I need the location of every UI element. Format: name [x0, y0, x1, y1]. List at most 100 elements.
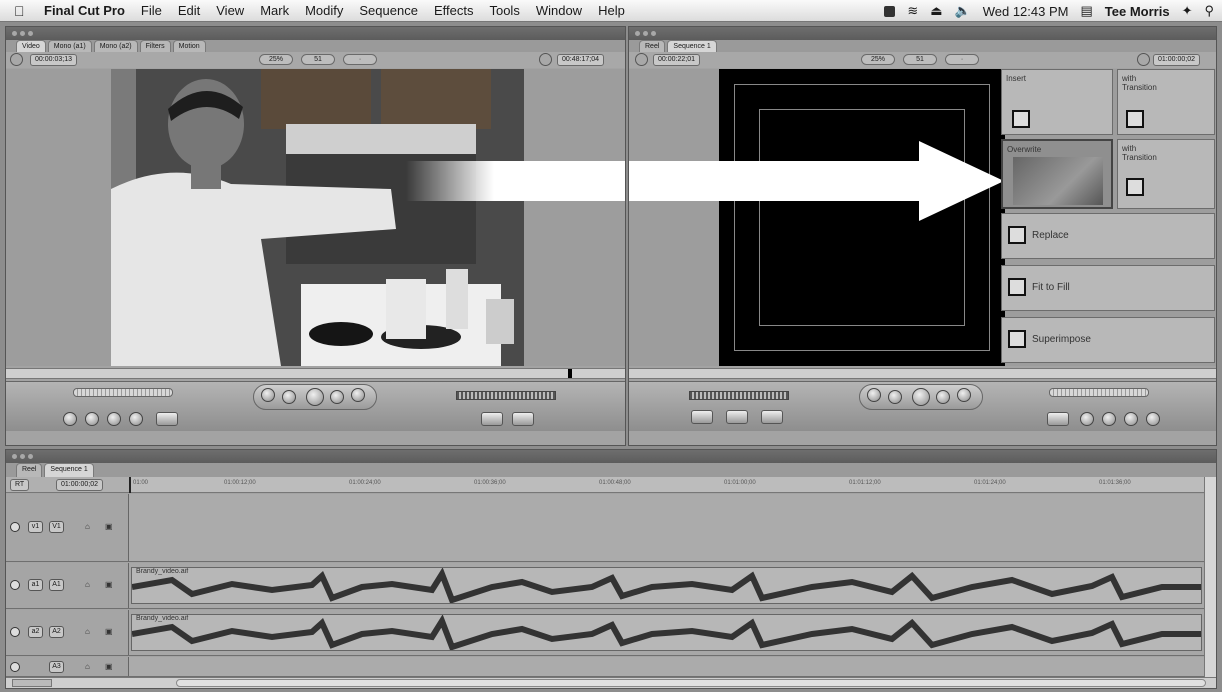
- track-audible-toggle[interactable]: [10, 580, 20, 590]
- canvas-shuttle-slider[interactable]: [1049, 388, 1149, 397]
- status-menu-icon[interactable]: [884, 5, 896, 17]
- auto-select-icon[interactable]: ▣: [105, 580, 113, 589]
- viewer-titlebar[interactable]: [6, 27, 625, 40]
- tab-mono-a2[interactable]: Mono (a2): [93, 40, 138, 52]
- auto-select-icon[interactable]: ▣: [105, 662, 113, 671]
- eject-icon[interactable]: ⏏: [930, 3, 942, 19]
- tab-sequence-1[interactable]: Sequence 1: [667, 40, 717, 52]
- viewer-play-button[interactable]: [306, 388, 324, 406]
- source-patch-a2[interactable]: a2: [28, 626, 43, 638]
- destination-patch-a1[interactable]: A1: [49, 579, 64, 591]
- viewer-jog-control[interactable]: [456, 391, 556, 400]
- track-visibility-toggle[interactable]: [10, 522, 20, 532]
- tab-video[interactable]: Video: [16, 40, 46, 52]
- tab-motion[interactable]: Motion: [172, 40, 206, 52]
- user-menu-icon[interactable]: ▤: [1080, 3, 1092, 19]
- track-a3[interactable]: A3 ⌂ ▣: [6, 657, 1204, 677]
- track-a1[interactable]: a1 A1 ⌂ ▣ Brandy_video.aif: [6, 563, 1204, 609]
- menu-file[interactable]: File: [133, 3, 170, 18]
- canvas-scrubber[interactable]: [629, 368, 1216, 379]
- canvas-play-reverse-button[interactable]: [888, 390, 902, 404]
- track-audible-toggle[interactable]: [10, 627, 20, 637]
- viewer-current-field[interactable]: 00:48:17;04: [557, 54, 604, 66]
- apple-menu-icon[interactable]: : [14, 3, 36, 19]
- canvas-jog-control[interactable]: [689, 391, 789, 400]
- overlay-insert[interactable]: Insert: [1001, 69, 1113, 135]
- viewer-overlay-popup[interactable]: ·: [343, 54, 377, 65]
- timeline-current-field[interactable]: 01:00:00;02: [56, 479, 103, 491]
- menu-mark[interactable]: Mark: [252, 3, 297, 18]
- viewer-view-popup[interactable]: 51: [301, 54, 335, 65]
- viewer-zoom-popup[interactable]: 25%: [259, 54, 293, 65]
- menu-sequence[interactable]: Sequence: [351, 3, 426, 18]
- source-patch-v1[interactable]: v1: [28, 521, 43, 533]
- canvas-overlay-popup[interactable]: ·: [945, 54, 979, 65]
- canvas-play-in-out-button[interactable]: [936, 390, 950, 404]
- canvas-video[interactable]: Insert with Transition Overwrite with Tr…: [629, 69, 1216, 366]
- track-height-controls[interactable]: [12, 679, 52, 687]
- tab-reel[interactable]: Reel: [639, 40, 666, 52]
- viewer-mark-out-button[interactable]: [129, 412, 143, 426]
- viewer-video[interactable]: [6, 69, 625, 366]
- canvas-current-field[interactable]: 01:00:00;02: [1153, 54, 1200, 66]
- viewer-play-reverse-button[interactable]: [282, 390, 296, 404]
- canvas-titlebar[interactable]: [629, 27, 1216, 40]
- lock-icon[interactable]: ⌂: [85, 627, 90, 636]
- menu-edit[interactable]: Edit: [170, 3, 208, 18]
- viewer-shuttle-slider[interactable]: [73, 388, 173, 397]
- tab-filters[interactable]: Filters: [139, 40, 171, 52]
- menubar-clock[interactable]: Wed 12:43 PM: [983, 4, 1069, 19]
- replace-clip-button[interactable]: [761, 410, 783, 424]
- overlay-overwrite[interactable]: Overwrite: [1001, 139, 1113, 209]
- overlay-fit-to-fill[interactable]: Fit to Fill: [1001, 265, 1215, 311]
- viewer-match-frame-button[interactable]: [63, 412, 77, 426]
- overlay-superimpose[interactable]: Superimpose: [1001, 317, 1215, 363]
- canvas-marker-button[interactable]: [1047, 412, 1069, 426]
- auto-select-icon[interactable]: ▣: [105, 522, 113, 531]
- timeline-titlebar[interactable]: [6, 450, 1216, 463]
- auto-select-icon[interactable]: ▣: [105, 627, 113, 636]
- viewer-duration-field[interactable]: 00:00:03;13: [30, 54, 77, 66]
- spotlight-icon[interactable]: ⚲: [1204, 3, 1214, 19]
- canvas-go-to-end-button[interactable]: [957, 388, 971, 402]
- window-controls[interactable]: [12, 31, 33, 36]
- canvas-play-button[interactable]: [912, 388, 930, 406]
- canvas-mark-clip-button[interactable]: [1124, 412, 1138, 426]
- viewer-show-match-button[interactable]: [481, 412, 503, 426]
- user-name[interactable]: Tee Morris: [1105, 4, 1170, 19]
- insert-clip-button[interactable]: [691, 410, 713, 424]
- track-a2[interactable]: a2 A2 ⌂ ▣ Brandy_video.aif: [6, 610, 1204, 656]
- menu-help[interactable]: Help: [590, 3, 633, 18]
- track-v1[interactable]: v1 V1 ⌂ ▣: [6, 494, 1204, 562]
- playhead-marker[interactable]: [568, 369, 572, 378]
- network-icon[interactable]: ✦: [1182, 3, 1193, 19]
- canvas-match-frame-button[interactable]: [1146, 412, 1160, 426]
- lock-icon[interactable]: ⌂: [85, 662, 90, 671]
- menu-app[interactable]: Final Cut Pro: [36, 3, 133, 18]
- window-controls[interactable]: [635, 31, 656, 36]
- viewer-play-in-out-button[interactable]: [330, 390, 344, 404]
- viewer-scrubber[interactable]: [6, 368, 625, 379]
- canvas-mark-in-button[interactable]: [1080, 412, 1094, 426]
- canvas-view-popup[interactable]: 51: [903, 54, 937, 65]
- destination-patch-a2[interactable]: A2: [49, 626, 64, 638]
- tab-reel[interactable]: Reel: [16, 463, 43, 477]
- overlay-overwrite-with-transition[interactable]: with Transition: [1117, 139, 1215, 209]
- canvas-duration-field[interactable]: 00:00:22;01: [653, 54, 700, 66]
- overlay-insert-with-transition[interactable]: with Transition: [1117, 69, 1215, 135]
- lock-icon[interactable]: ⌂: [85, 580, 90, 589]
- audio-clip-a2[interactable]: Brandy_video.aif: [131, 614, 1202, 651]
- source-patch-a1[interactable]: a1: [28, 579, 43, 591]
- playhead-marker[interactable]: [129, 477, 131, 493]
- overwrite-clip-button[interactable]: [726, 410, 748, 424]
- canvas-zoom-popup[interactable]: 25%: [861, 54, 895, 65]
- timeline-ruler[interactable]: 01:00 01:00:12;00 01:00:24;00 01:00:36;0…: [129, 477, 1204, 493]
- viewer-mark-clip-button[interactable]: [85, 412, 99, 426]
- menu-modify[interactable]: Modify: [297, 3, 351, 18]
- viewer-recent-clips-button[interactable]: [512, 412, 534, 426]
- track-audible-toggle[interactable]: [10, 662, 20, 672]
- tab-mono-a1[interactable]: Mono (a1): [47, 40, 92, 52]
- viewer-go-to-start-button[interactable]: [261, 388, 275, 402]
- audio-clip-a1[interactable]: Brandy_video.aif: [131, 567, 1202, 604]
- timeline-horizontal-scrollbar[interactable]: [6, 677, 1216, 688]
